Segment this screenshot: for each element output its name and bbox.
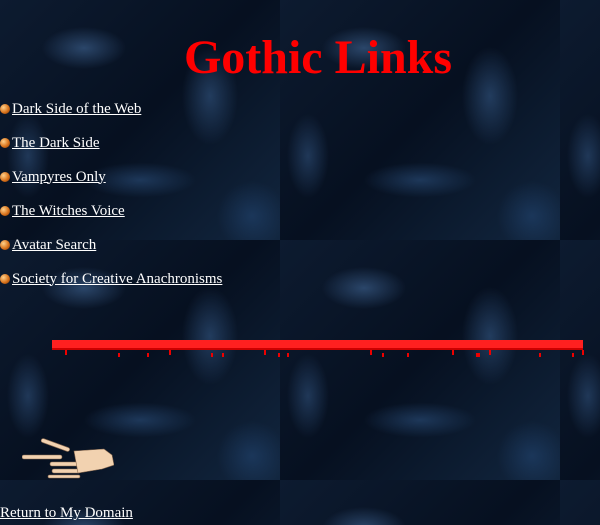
link-witches-voice[interactable]: The Witches Voice <box>12 203 125 220</box>
link-society-creative-anachronisms[interactable]: Society for Creative Anachronisms <box>12 271 222 288</box>
link-item: Vampyres Only <box>0 168 106 186</box>
page-title: Gothic Links <box>183 31 453 84</box>
orange-ball-icon <box>0 206 10 216</box>
orange-ball-icon <box>0 240 10 250</box>
blood-drip <box>211 353 213 357</box>
blood-drip <box>572 353 574 357</box>
link-item: Society for Creative Anachronisms <box>0 270 222 288</box>
link-avatar-search[interactable]: Avatar Search <box>12 237 96 254</box>
orange-ball-icon <box>0 104 10 114</box>
blood-drip <box>264 350 266 355</box>
blood-drip <box>370 350 372 355</box>
return-link[interactable]: Return to My Domain <box>0 505 133 522</box>
orange-ball-icon <box>0 138 10 148</box>
link-dark-side-of-the-web[interactable]: Dark Side of the Web <box>12 101 141 118</box>
blood-drip <box>452 350 454 355</box>
blood-drip-divider <box>52 340 584 357</box>
blood-drip <box>65 350 67 355</box>
orange-ball-icon <box>0 274 10 284</box>
link-item: Avatar Search <box>0 236 96 254</box>
blood-drip <box>222 353 224 357</box>
link-item: The Dark Side <box>0 134 99 152</box>
blood-drip <box>478 353 480 357</box>
blood-drip <box>287 353 289 357</box>
link-item: The Witches Voice <box>0 202 125 220</box>
blood-drip <box>407 353 409 357</box>
blood-drip <box>489 350 491 355</box>
link-item: Dark Side of the Web <box>0 100 141 118</box>
blood-drip <box>382 353 384 357</box>
skeleton-hand-icon <box>22 438 114 479</box>
blood-drip <box>118 353 120 357</box>
link-the-dark-side[interactable]: The Dark Side <box>12 135 99 152</box>
orange-ball-icon <box>0 172 10 182</box>
blood-drip <box>147 353 149 357</box>
blood-drip <box>539 353 541 357</box>
link-vampyres-only[interactable]: Vampyres Only <box>12 169 106 186</box>
blood-drip <box>169 350 171 355</box>
blood-drip <box>278 353 280 357</box>
blood-drip <box>582 350 584 355</box>
